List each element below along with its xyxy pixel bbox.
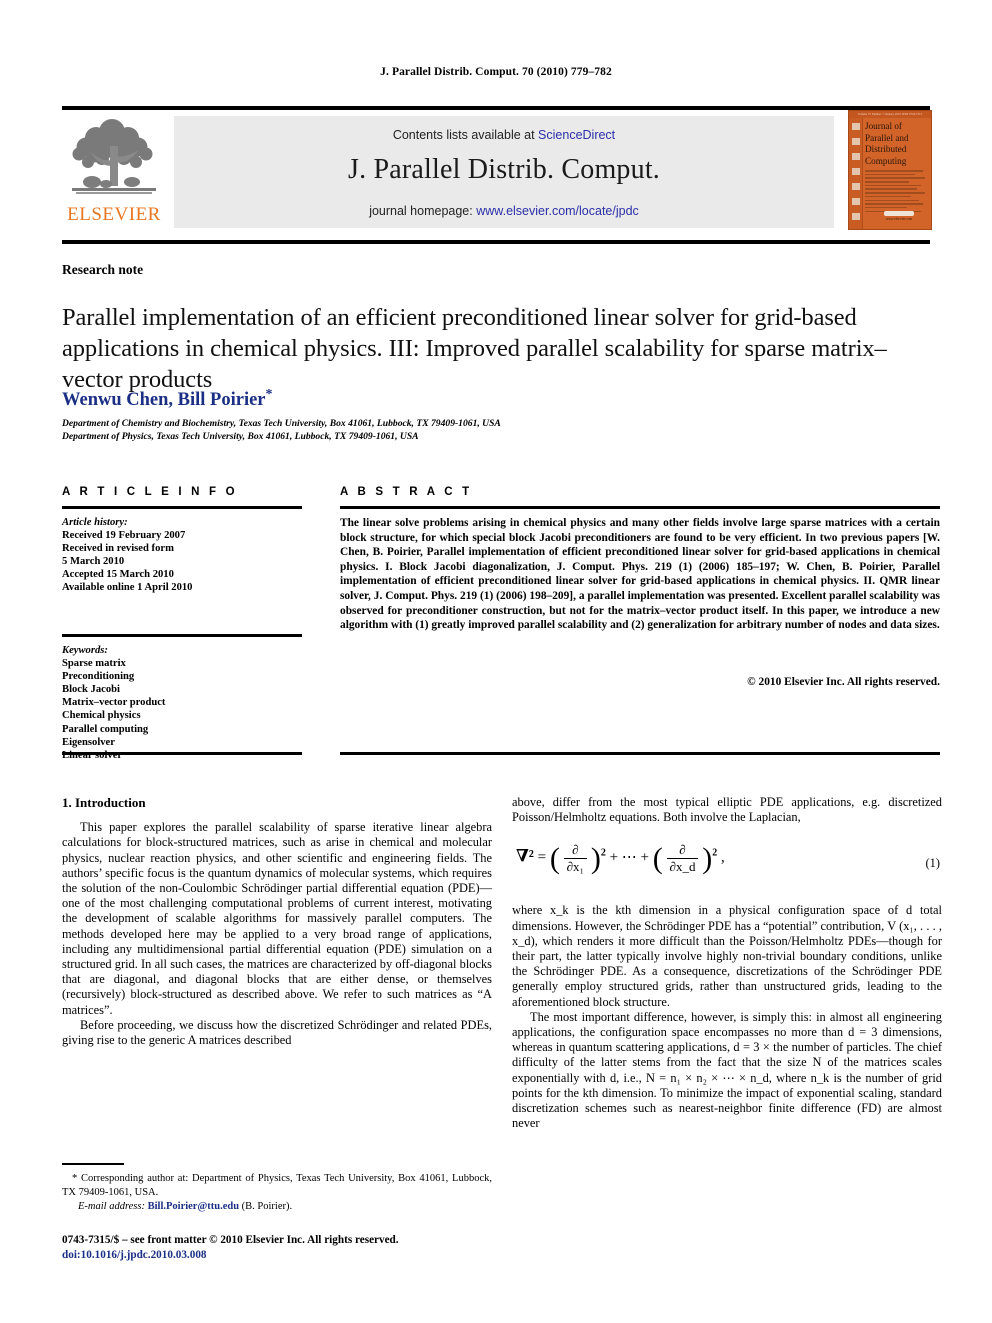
section-heading-introduction: 1. Introduction <box>62 795 146 810</box>
exponent-2: 2 <box>712 847 718 859</box>
issn-front-matter: 0743-7315/$ – see front matter © 2010 El… <box>62 1234 399 1246</box>
keyword-item: Matrix–vector product <box>62 697 166 709</box>
article-history-item: Available online 1 April 2010 <box>62 582 193 594</box>
affiliation-chemistry: Department of Chemistry and Biochemistry… <box>62 418 501 429</box>
keyword-item: Parallel computing <box>62 723 149 735</box>
keyword-item: Sparse matrix <box>62 658 126 670</box>
body-paragraph: The most important difference, however, … <box>512 1009 942 1131</box>
elsevier-wordmark: ELSEVIER <box>67 204 161 225</box>
paren-open-2: ( <box>652 841 663 875</box>
corresponding-author-marker: * <box>265 387 273 402</box>
footer-block: 0743-7315/$ – see front matter © 2010 El… <box>62 1233 562 1262</box>
journal-masthead: ELSEVIER Contents lists available at Sci… <box>62 106 932 230</box>
article-history-item: Received 19 February 2007 <box>62 530 186 542</box>
fraction-denominator: ∂x_d <box>666 857 699 874</box>
elsevier-logo: ELSEVIER <box>62 116 166 228</box>
email-note: E-mail address: Bill.Poirier@ttu.edu (B.… <box>62 1200 492 1214</box>
article-history-item: Accepted 15 March 2010 <box>62 569 174 581</box>
cover-sd-url: www.elsevier.com <box>885 217 913 221</box>
fraction-term-1: ∂ ∂x₁ <box>563 842 588 874</box>
journal-title: J. Parallel Distrib. Comput. <box>347 154 661 185</box>
fraction-numerator: ∂ <box>572 842 579 858</box>
cover-issue-bar: Volume 70 Number 7 January 2010 ISSN 074… <box>849 111 931 118</box>
paren-close-2: ) <box>702 841 713 875</box>
article-type-label: Research note <box>62 262 144 277</box>
keyword-item: Block Jacobi <box>62 684 120 696</box>
journal-cover-thumbnail: Volume 70 Number 7 January 2010 ISSN 074… <box>848 110 932 230</box>
abstract-text: The linear solve problems arising in che… <box>340 517 940 632</box>
equation-body: ∇² = ( ∂ ∂x₁ )2 + ⋯ + ( ∂ ∂x_d )2 , <box>516 842 725 874</box>
equation-middle: + ⋯ + <box>609 849 650 866</box>
body-paragraph: Before proceeding, we discuss how the di… <box>62 1017 492 1048</box>
article-history-block: Article history: Received 19 February 20… <box>62 516 307 595</box>
abstract-top-rule <box>340 506 940 509</box>
article-history-item: 5 March 2010 <box>62 556 125 568</box>
homepage-prefix: journal homepage: <box>369 204 477 218</box>
page-title: Parallel implementation of an efficient … <box>62 304 887 394</box>
abstract-heading: A B S T R A C T <box>340 486 473 498</box>
author-names: Wenwu Chen, Bill Poirier <box>62 390 266 411</box>
keyword-item: Preconditioning <box>62 671 135 683</box>
article-page: J. Parallel Distrib. Comput. 70 (2010) 7… <box>0 0 992 1323</box>
keywords-block: Keywords: Sparse matrix Preconditioning … <box>62 644 307 762</box>
info-mid-rule <box>62 634 302 637</box>
fraction-numerator: ∂ <box>679 842 686 858</box>
body-column-right: above, differ from the most typical elli… <box>512 795 942 1131</box>
article-history-item: Received in revised form <box>62 543 174 555</box>
email-link[interactable]: Bill.Poirier@ttu.edu <box>148 1201 239 1212</box>
cover-sciencedirect-badge: www.elsevier.com <box>877 211 921 221</box>
info-top-rule <box>62 506 302 509</box>
doi-link[interactable]: doi:10.1016/j.jpdc.2010.03.008 <box>62 1248 562 1263</box>
sciencedirect-banner: Contents lists available at ScienceDirec… <box>174 116 834 228</box>
body-paragraph: above, differ from the most typical elli… <box>512 795 942 825</box>
cover-title-line-4: Computing <box>865 155 907 166</box>
body-column-left: 1. Introduction This paper explores the … <box>62 795 492 1048</box>
cover-left-strip <box>849 118 863 229</box>
keyword-item: Eigensolver <box>62 736 115 748</box>
keyword-item: Chemical physics <box>62 710 141 722</box>
cover-toc-lines <box>865 170 927 214</box>
keywords-label: Keywords: <box>62 645 108 656</box>
cover-title-line-3: Distributed <box>865 144 907 154</box>
contents-lists-line: Contents lists available at ScienceDirec… <box>174 128 834 142</box>
paren-close-1: ) <box>590 841 601 875</box>
cover-title-line-2: Parallel and <box>865 132 909 143</box>
paren-open-1: ( <box>549 841 560 875</box>
email-suffix: (B. Poirier). <box>239 1201 293 1213</box>
keyword-item: Linear solver <box>62 749 123 761</box>
header-bottom-rule <box>62 240 930 244</box>
author-list: Wenwu Chen, Bill Poirier* <box>62 387 273 411</box>
fraction-denominator: ∂x₁ <box>563 857 588 874</box>
cover-title-line-1: Journal of <box>865 121 902 131</box>
abstract-bottom-rule <box>340 752 940 755</box>
journal-homepage-link[interactable]: www.elsevier.com/locate/jpdc <box>476 204 639 218</box>
affiliation-physics: Department of Physics, Texas Tech Univer… <box>62 431 419 442</box>
email-label: E-mail address: <box>78 1201 145 1213</box>
fraction-term-d: ∂ ∂x_d <box>666 842 699 874</box>
corresponding-author-note: * Corresponding author at: Department of… <box>62 1173 492 1198</box>
equation-equals: = <box>537 849 550 866</box>
footnote-block: * Corresponding author at: Department of… <box>62 1172 492 1214</box>
equation-lhs: ∇² <box>516 846 534 866</box>
elsevier-tree-icon <box>72 119 156 194</box>
contents-prefix: Contents lists available at <box>392 128 539 142</box>
sciencedirect-link[interactable]: ScienceDirect <box>538 128 615 142</box>
exponent-1: 2 <box>600 847 606 859</box>
running-head: J. Parallel Distrib. Comput. 70 (2010) 7… <box>380 66 612 78</box>
article-history-label: Article history: <box>62 517 128 528</box>
journal-homepage-line: journal homepage: www.elsevier.com/locat… <box>174 204 834 218</box>
abstract-copyright: © 2010 Elsevier Inc. All rights reserved… <box>747 676 940 688</box>
equation-laplacian: ∇² = ( ∂ ∂x₁ )2 + ⋯ + ( ∂ ∂x_d )2 , (1) <box>512 838 942 890</box>
masthead-top-rule <box>62 106 930 110</box>
equation-trailing: , <box>720 849 725 866</box>
cover-title: Journal of Parallel and Distributed Comp… <box>865 121 929 167</box>
body-paragraph: This paper explores the parallel scalabi… <box>62 820 492 1017</box>
article-info-heading: A R T I C L E I N F O <box>62 486 238 498</box>
equation-number: (1) <box>925 856 940 871</box>
body-paragraph: where x_k is the kth dimension in a phys… <box>512 903 942 1009</box>
footnote-rule <box>62 1163 124 1165</box>
